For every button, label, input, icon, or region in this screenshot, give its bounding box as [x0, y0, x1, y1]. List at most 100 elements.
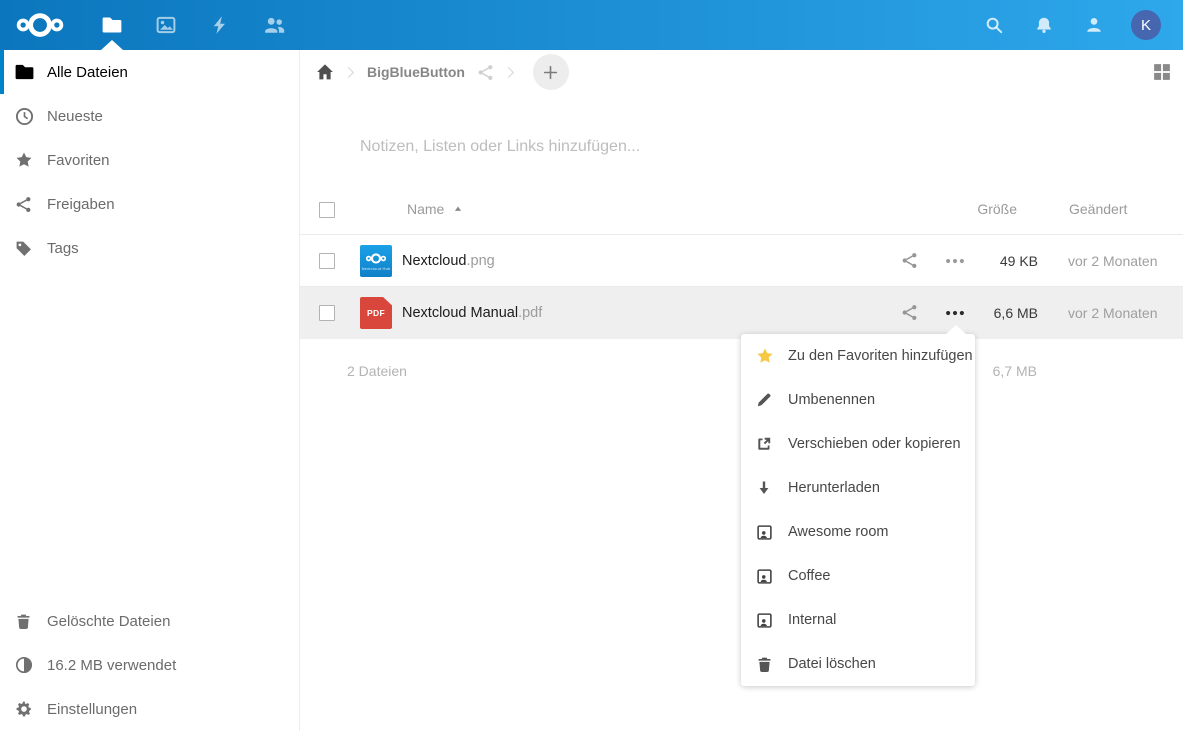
menu-item-download[interactable]: Herunterladen — [741, 466, 975, 510]
menu-item-label: Umbenennen — [788, 392, 875, 408]
breadcrumb-folder[interactable]: BigBlueButton — [367, 64, 465, 80]
file-size: 6,6 MB — [994, 287, 1038, 339]
breadcrumb: BigBlueButton — [300, 50, 1183, 94]
share-icon[interactable] — [901, 304, 918, 321]
file-modified: vor 2 Monaten — [1068, 287, 1158, 339]
active-app-pointer-icon — [101, 40, 123, 50]
column-header-name[interactable]: Name — [407, 201, 463, 217]
tag-icon — [15, 240, 34, 257]
sidebar-item-all-files[interactable]: Alle Dateien — [0, 50, 299, 94]
nextcloud-logo[interactable] — [14, 10, 66, 40]
menu-item-room-coffee[interactable]: Coffee — [741, 554, 975, 598]
sidebar-item-quota[interactable]: 16.2 MB verwendet — [0, 643, 299, 687]
menu-item-label: Internal — [788, 612, 836, 628]
select-all-checkbox[interactable] — [319, 202, 335, 218]
sidebar-item-favorites[interactable]: Favoriten — [0, 138, 299, 182]
activity-icon — [210, 15, 230, 35]
actions-menu-icon[interactable] — [944, 250, 966, 272]
room-icon — [756, 524, 774, 541]
menu-item-move-or-copy[interactable]: Verschieben oder kopieren — [741, 422, 975, 466]
notifications-button[interactable] — [1019, 0, 1069, 50]
thumbnail-caption: Nextcloud Hub — [362, 266, 391, 271]
file-actions-context-menu: Zu den Favoriten hinzufügen Umbenennen Ver… — [741, 334, 975, 686]
new-file-button[interactable] — [533, 54, 569, 90]
sidebar-item-label: 16.2 MB verwendet — [47, 657, 176, 674]
search-button[interactable] — [969, 0, 1019, 50]
menu-item-label: Awesome room — [788, 524, 888, 540]
sidebar-item-label: Tags — [47, 240, 79, 257]
file-name[interactable]: Nextcloud Manual.pdf — [402, 287, 542, 339]
nextcloud-logo-icon — [364, 252, 388, 265]
room-icon — [756, 612, 774, 629]
trash-icon — [15, 613, 34, 630]
sidebar-item-shares[interactable]: Freigaben — [0, 182, 299, 226]
menu-item-room-awesome[interactable]: Awesome room — [741, 510, 975, 554]
menu-item-rename[interactable]: Umbenennen — [741, 378, 975, 422]
star-icon — [15, 151, 34, 169]
sidebar-item-label: Gelöschte Dateien — [47, 613, 170, 630]
header: K — [0, 0, 1183, 50]
room-icon — [756, 568, 774, 585]
app-contacts[interactable] — [247, 0, 301, 50]
sidebar-item-label: Freigaben — [47, 196, 115, 213]
menu-item-room-internal[interactable]: Internal — [741, 598, 975, 642]
person-icon — [1085, 16, 1103, 34]
clock-icon — [15, 107, 34, 126]
quota-icon — [15, 656, 34, 674]
app-photos[interactable] — [139, 0, 193, 50]
menu-item-delete-file[interactable]: Datei löschen — [741, 642, 975, 686]
sort-ascending-icon — [453, 204, 463, 214]
file-list: Nextcloud Hub Nextcloud.png 49 KB vor 2 Mon… — [300, 235, 1183, 339]
file-count-summary: 2 Dateien — [347, 363, 407, 379]
contacts-menu-button[interactable] — [1069, 0, 1119, 50]
share-folder-icon[interactable] — [477, 64, 494, 81]
row-checkbox[interactable] — [319, 253, 335, 269]
home-icon[interactable] — [316, 63, 334, 81]
file-size: 49 KB — [1000, 235, 1038, 287]
file-row[interactable]: PDF Nextcloud Manual.pdf 6,6 MB vor 2 Monat… — [300, 287, 1183, 339]
menu-item-label: Verschieben oder kopieren — [788, 436, 961, 452]
share-icon — [15, 196, 34, 213]
share-icon[interactable] — [901, 252, 918, 269]
file-basename: Nextcloud — [402, 253, 466, 269]
sidebar-item-label: Neueste — [47, 108, 103, 125]
sidebar-item-label: Einstellungen — [47, 701, 137, 718]
folder-icon — [102, 15, 122, 35]
photos-icon — [156, 15, 176, 35]
menu-item-label: Herunterladen — [788, 480, 880, 496]
sidebar-item-recent[interactable]: Neueste — [0, 94, 299, 138]
avatar-letter: K — [1141, 17, 1151, 34]
file-basename: Nextcloud Manual — [402, 305, 518, 321]
png-thumbnail: Nextcloud Hub — [360, 245, 392, 277]
sidebar-item-tags[interactable]: Tags — [0, 226, 299, 270]
notes-workspace-input[interactable]: Notizen, Listen oder Links hinzufügen... — [360, 138, 640, 156]
contacts-icon — [264, 15, 285, 36]
file-row[interactable]: Nextcloud Hub Nextcloud.png 49 KB vor 2 Mon… — [300, 235, 1183, 287]
app-activity[interactable] — [193, 0, 247, 50]
file-modified: vor 2 Monaten — [1068, 235, 1158, 287]
sidebar-item-trashbin[interactable]: Gelöschte Dateien — [0, 599, 299, 643]
pdf-badge-label: PDF — [367, 308, 385, 318]
file-extension: .png — [466, 253, 494, 269]
total-size-summary: 6,7 MB — [993, 363, 1037, 379]
user-avatar[interactable]: K — [1131, 10, 1161, 40]
file-list-header: Name Größe Geändert — [300, 185, 1183, 235]
menu-item-add-to-favorites[interactable]: Zu den Favoriten hinzufügen — [741, 334, 975, 378]
column-name-label: Name — [407, 201, 444, 217]
column-header-modified[interactable]: Geändert — [1069, 201, 1127, 217]
menu-item-label: Zu den Favoriten hinzufügen — [788, 348, 973, 364]
bell-icon — [1035, 16, 1053, 34]
file-name[interactable]: Nextcloud.png — [402, 235, 495, 287]
sidebar-item-label: Alle Dateien — [47, 64, 128, 81]
row-checkbox[interactable] — [319, 305, 335, 321]
move-icon — [756, 436, 774, 452]
grid-view-toggle[interactable] — [1153, 63, 1171, 81]
pencil-icon — [756, 392, 774, 408]
actions-menu-icon[interactable] — [944, 302, 966, 324]
column-header-size[interactable]: Größe — [977, 201, 1017, 217]
sidebar: Alle Dateien Neueste Favoriten Freigaben Tag… — [0, 50, 300, 731]
folder-icon — [15, 62, 34, 82]
sidebar-item-settings[interactable]: Einstellungen — [0, 687, 299, 731]
sidebar-item-label: Favoriten — [47, 152, 110, 169]
trash-icon — [756, 656, 774, 673]
